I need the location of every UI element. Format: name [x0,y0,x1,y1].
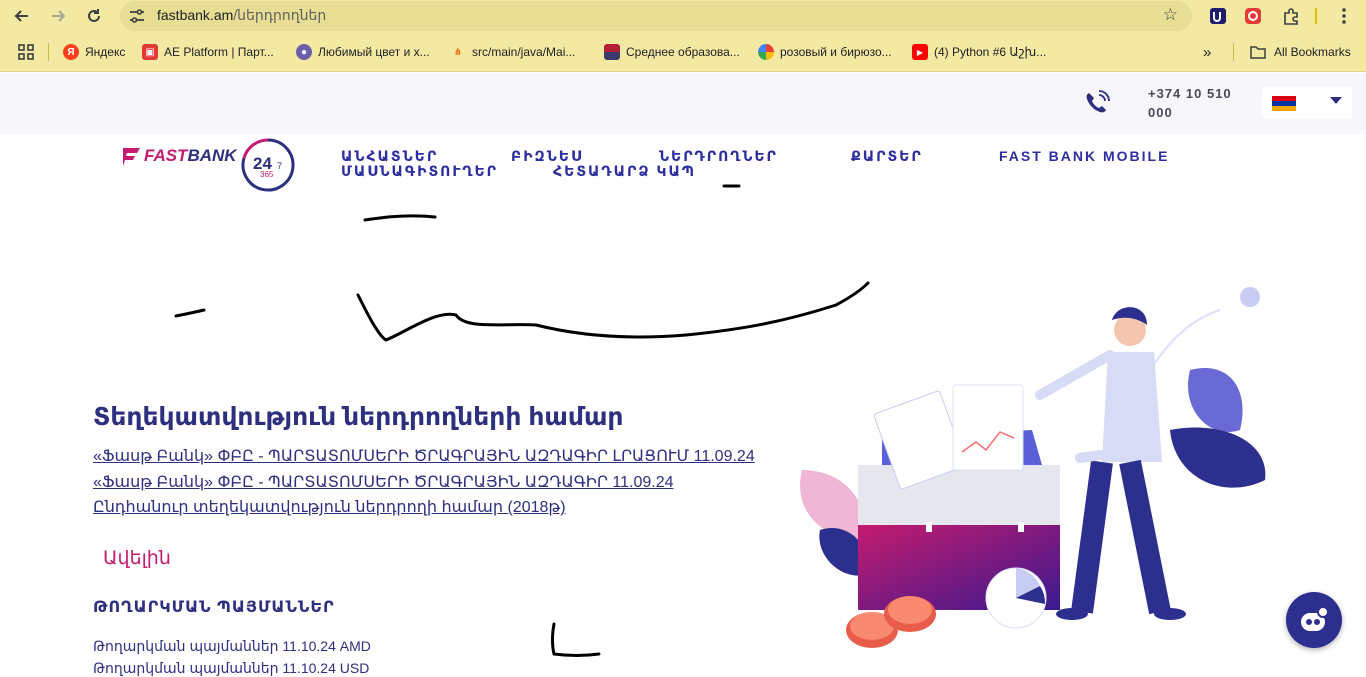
document-link[interactable]: Ընդհանուր տեղեկատվություն ներդրողի համար… [93,497,566,517]
url-text: fastbank.am/ներդրողներ [157,7,327,23]
bookmark-item[interactable]: розовый и бирюзо... [758,43,892,61]
nav-individuals[interactable]: ԱՆՀԱՏՆԵՐ ՄԱՍՆԱԳԻՏՈՒՂԵՐ [341,149,498,179]
svg-text:7: 7 [277,161,282,171]
all-bookmarks-button[interactable]: All Bookmarks [1250,43,1351,61]
back-icon[interactable] [10,4,34,28]
document-link[interactable]: «Ֆասթ Բանկ» ՓԲԸ - ՊԱՐՏԱՏՈՄՍԵՐԻ ԾՐԱԳՐԱՅԻՆ… [93,446,755,466]
document-link[interactable]: «Ֆասթ Բանկ» ՓԲԸ - ՊԱՐՏԱՏՈՄՍԵՐԻ ԾՐԱԳՐԱՅԻՆ… [93,472,674,492]
address-bar[interactable]: fastbank.am/ներդրողներ ☆ [120,1,1192,31]
nav-investors[interactable]: ՆԵՐԴՐՈՂՆԵՐ [659,149,778,164]
apps-grid-icon[interactable] [18,43,34,61]
more-link[interactable]: Ավելին [103,547,171,570]
gitlab-icon: ⋔ [453,46,463,58]
toolbar-divider [1315,8,1317,24]
nav-fastbank-mobile[interactable]: FAST BANK MOBILE [999,149,1169,164]
menu-kebab-icon[interactable] [1333,5,1355,27]
nav-business[interactable]: ԲԻԶՆԵՍ [511,149,583,164]
bookmark-item[interactable]: ⋔ src/main/java/Mai... [450,43,576,61]
phone-icon[interactable] [1083,89,1111,117]
nav-contact[interactable]: ՀԵՏԱԴԱՐՁ ԿԱՊ [553,164,696,179]
bookmark-item[interactable]: ▣ AE Platform | Парт... [142,43,274,61]
terms-link[interactable]: Թողարկման պայմաններ 11.10.24 AMD [93,638,371,655]
bookmarks-bar: Я Яндекс ▣ AE Platform | Парт... ● Любимый … [0,32,1366,72]
terms-link[interactable]: Թողարկման պայմաններ 11.10.24 USD [93,660,369,677]
us-flag-icon [604,44,620,60]
extensions-puzzle-icon[interactable] [1280,5,1302,27]
bookmark-item[interactable]: ▶ (4) Python #6 Աշխ... [912,43,1046,61]
nav-cards[interactable]: ՔԱՐՏԵՐ [851,149,923,164]
google-icon [758,44,774,60]
chevron-down-icon [1330,97,1342,104]
user-avatar-icon: ● [296,44,312,60]
yandex-icon: Я [63,44,79,60]
phone-number[interactable]: +374 10 510 000 [1148,84,1238,122]
more-bookmarks-chevron-icon[interactable]: » [1203,43,1211,61]
bookmark-item[interactable]: Среднее образова... [604,43,740,61]
browser-toolbar: fastbank.am/ներդրողներ ☆ [0,0,1366,32]
svg-text:365: 365 [260,170,274,179]
site-settings-icon[interactable] [128,7,146,25]
bookmark-divider [48,43,49,61]
bookmark-item[interactable]: ● Любимый цвет и х... [296,43,430,61]
logo-mark-icon [123,148,140,166]
investor-illustration [800,287,1266,648]
section-title: ԹՈՂԱՐԿՄԱՆ ՊԱՅՄԱՆՆԵՐ [93,599,335,616]
reload-icon[interactable] [82,4,106,28]
armenia-flag-icon [1272,96,1296,111]
folder-icon [1250,46,1266,59]
fastbank-logo[interactable]: FASTBANK [120,144,237,168]
bookmark-item[interactable]: Я Яндекс [63,43,125,61]
bookmark-star-icon[interactable]: ☆ [1163,5,1178,25]
badge-24-7-icon: 24 7 365 [241,138,295,192]
chatbot-icon [1301,606,1329,631]
language-selector[interactable] [1262,87,1352,119]
extension-icon[interactable] [1207,5,1229,27]
chat-bot-button[interactable] [1286,592,1342,648]
bookmark-divider [1233,43,1234,61]
youtube-icon: ▶ [912,44,928,60]
ae-platform-icon: ▣ [142,44,158,60]
page-title: Տեղեկատվություն ներդրողների համար [93,403,624,431]
forward-icon[interactable] [46,4,70,28]
extension-icon[interactable] [1242,5,1264,27]
